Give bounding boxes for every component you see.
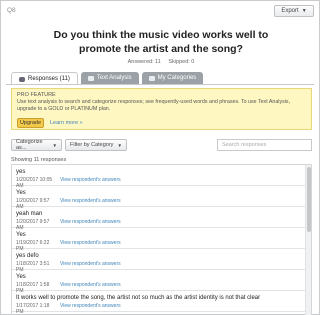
- tab-bar: Responses (11) Text Analysis My Categori…: [11, 72, 204, 85]
- list-item: Yes 1/18/2017 1:58 PM View respondent's a…: [12, 270, 311, 294]
- filter-label: Filter by Category: [70, 142, 114, 148]
- filter-category-dropdown[interactable]: Filter by Category ▼: [65, 139, 127, 151]
- list-item: yeah man 1/20/2017 9:57 AM View responden…: [12, 207, 311, 231]
- view-answers-link[interactable]: View respondent's answers: [60, 282, 121, 294]
- chart-icon: [87, 75, 94, 81]
- response-text: It works well to promote the song, the a…: [16, 295, 261, 301]
- learn-more-link[interactable]: Learn more »: [50, 120, 83, 126]
- chevron-down-icon: ▼: [301, 8, 307, 14]
- question-number: Q8: [7, 7, 16, 14]
- export-label: Export: [281, 8, 299, 14]
- question-title: Do you think the music video works well …: [53, 29, 269, 55]
- view-answers-link[interactable]: View respondent's answers: [60, 177, 121, 189]
- list-item: Yes 1/20/2017 9:57 AM View respondent's a…: [12, 186, 311, 210]
- pro-feature-text: Use text analysis to search and categori…: [17, 99, 291, 112]
- responses-list: yes 1/20/2017 10:05 AM View respondent's …: [11, 164, 312, 315]
- tab-divider: [6, 84, 314, 85]
- search-input[interactable]: Search responses: [217, 139, 312, 151]
- speech-bubble-icon: [19, 76, 25, 82]
- response-text: Yes: [16, 274, 26, 280]
- list-item: It works well to promote the song, the a…: [12, 291, 311, 315]
- pro-feature-banner: PRO FEATURE Use text analysis to search …: [11, 88, 312, 130]
- categorize-dropdown[interactable]: Categorize as... ▼: [11, 139, 62, 151]
- response-text: Yes: [16, 190, 26, 196]
- response-date: 1/20/2017 9:57 AM: [16, 219, 50, 231]
- view-answers-link[interactable]: View respondent's answers: [60, 240, 121, 252]
- export-button[interactable]: Export ▼: [274, 5, 314, 17]
- response-stats: Answered: 11 Skipped: 0: [1, 59, 320, 65]
- scrollbar[interactable]: [305, 165, 311, 315]
- list-item: Yes 1/19/2017 6:22 PM View respondent's a…: [12, 228, 311, 252]
- response-date: 1/20/2017 9:57 AM: [16, 198, 50, 210]
- chevron-down-icon: ▼: [117, 142, 122, 148]
- question-panel: Q8 Export ▼ Do you think the music video…: [0, 0, 320, 315]
- answered-count: Answered: 11: [127, 59, 161, 65]
- view-answers-link[interactable]: View respondent's answers: [60, 303, 121, 315]
- response-date: 1/20/2017 10:05 AM: [16, 177, 53, 189]
- tab-label: Text Analysis: [96, 75, 132, 81]
- list-item: yes defo 1/18/2017 3:51 PM View responden…: [12, 249, 311, 273]
- showing-count: Showing 11 responses: [11, 157, 67, 163]
- response-date: 1/18/2017 1:58 PM: [16, 282, 50, 294]
- response-date: 1/19/2017 6:22 PM: [16, 240, 50, 252]
- categorize-label: Categorize as...: [16, 139, 43, 151]
- tag-icon: [148, 75, 155, 81]
- view-answers-link[interactable]: View respondent's answers: [60, 198, 121, 210]
- chevron-down-icon: ▼: [52, 142, 57, 148]
- response-text: yes: [16, 169, 26, 175]
- filter-bar: Categorize as... ▼ Filter by Category ▼ …: [11, 139, 312, 151]
- pro-feature-heading: PRO FEATURE: [17, 92, 56, 98]
- tab-label: My Categories: [157, 75, 197, 81]
- tab-my-categories[interactable]: My Categories: [141, 72, 204, 84]
- response-date: 1/18/2017 3:51 PM: [16, 261, 50, 273]
- response-text: Yes: [16, 232, 26, 238]
- list-item: yes 1/20/2017 10:05 AM View respondent's …: [12, 165, 311, 189]
- skipped-count: Skipped: 0: [168, 59, 195, 65]
- view-answers-link[interactable]: View respondent's answers: [60, 261, 121, 273]
- scrollbar-thumb[interactable]: [307, 167, 311, 232]
- tab-text-analysis[interactable]: Text Analysis: [80, 72, 139, 84]
- tab-label: Responses (11): [28, 76, 70, 82]
- response-text: yeah man: [16, 211, 43, 217]
- view-answers-link[interactable]: View respondent's answers: [60, 219, 121, 231]
- upgrade-button[interactable]: Upgrade: [17, 118, 44, 128]
- response-text: yes defo: [16, 253, 39, 259]
- response-date: 1/17/2017 1:18 PM: [16, 303, 50, 315]
